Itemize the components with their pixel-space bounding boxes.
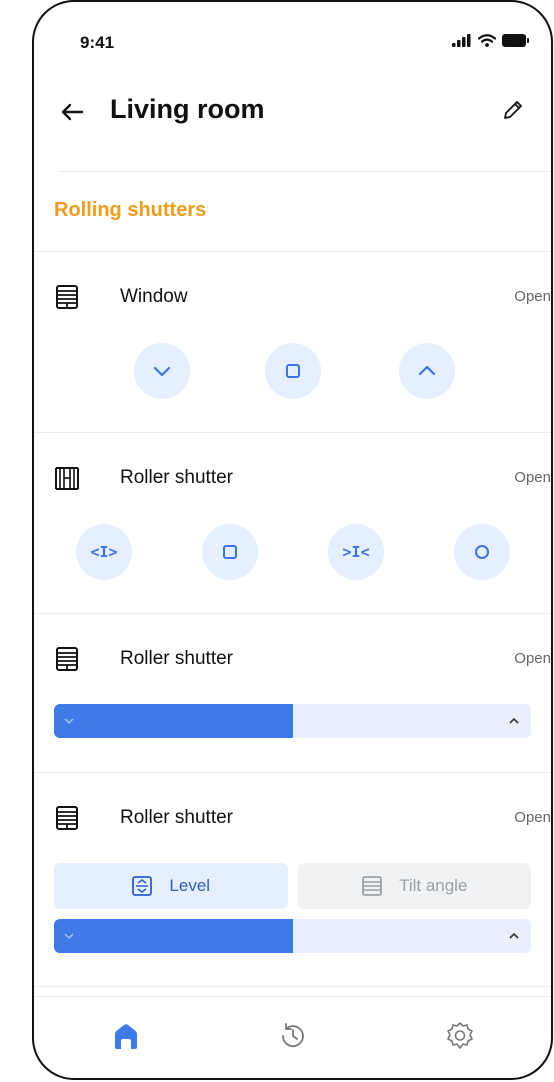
edit-pencil-icon[interactable] — [501, 98, 525, 122]
circle-icon — [475, 545, 489, 559]
divider — [34, 432, 551, 433]
chevron-up-icon — [509, 932, 519, 939]
chevron-down-icon — [64, 718, 74, 724]
chevron-down-icon — [153, 366, 171, 377]
device-card-shutter: Roller shutter Open — [54, 798, 551, 838]
curtain-stop-button[interactable] — [202, 524, 258, 580]
chevron-up-icon — [509, 717, 519, 724]
level-icon — [132, 876, 153, 896]
tab-tilt-angle[interactable]: Tilt angle — [297, 863, 531, 909]
page-title: Living room — [110, 94, 265, 124]
device-status: Open — [514, 650, 551, 667]
settings-icon — [447, 1022, 473, 1049]
nav-history[interactable] — [273, 1016, 313, 1056]
level-slider-fill — [54, 919, 293, 953]
divider — [34, 986, 551, 987]
level-slider[interactable] — [54, 704, 531, 738]
device-name: Roller shutter — [120, 467, 233, 488]
device-name: Window — [120, 286, 188, 307]
window-blind-icon — [56, 806, 78, 830]
wifi-icon — [478, 34, 496, 47]
stop-icon — [286, 364, 300, 378]
level-slider-fill — [54, 704, 293, 738]
open-button[interactable] — [399, 343, 455, 399]
tab-level[interactable]: Level — [54, 863, 288, 909]
divider — [34, 251, 551, 252]
curtain-icon — [55, 467, 79, 490]
divider — [34, 772, 551, 773]
section-title: Rolling shutters — [54, 199, 207, 221]
device-name: Roller shutter — [120, 807, 233, 828]
battery-icon — [502, 34, 529, 47]
phone-frame: 9:41 Living room Rolling shutters Window… — [32, 0, 553, 1080]
curtain-close-button[interactable]: >I< — [328, 524, 384, 580]
level-slider[interactable] — [54, 919, 531, 953]
device-card-curtain: Roller shutter Open — [54, 458, 551, 498]
chevron-down-icon — [64, 933, 74, 939]
open-curtain-label: <I> — [90, 543, 118, 561]
close-curtain-label: >I< — [342, 543, 370, 561]
tab-tilt-angle-label: Tilt angle — [399, 876, 468, 895]
window-blind-icon — [56, 285, 78, 309]
divider — [34, 613, 551, 614]
back-arrow-icon[interactable] — [58, 98, 86, 126]
tab-level-label: Level — [169, 876, 211, 895]
device-name: Roller shutter — [120, 648, 233, 669]
device-card-shutter: Roller shutter Open — [54, 639, 551, 679]
stop-button[interactable] — [265, 343, 321, 399]
curtain-preset-button[interactable] — [454, 524, 510, 580]
signal-icon — [452, 34, 471, 47]
nav-home[interactable] — [106, 1016, 146, 1056]
home-icon — [115, 1024, 137, 1049]
page-header: Living room — [34, 86, 551, 142]
window-blind-icon — [56, 647, 78, 671]
stop-icon — [223, 545, 237, 559]
device-status: Open — [514, 809, 551, 826]
close-button[interactable] — [134, 343, 190, 399]
device-card-window: Window Open — [54, 277, 551, 317]
status-bar: 9:41 — [34, 2, 551, 82]
tilt-angle-icon — [362, 876, 382, 896]
device-status: Open — [514, 469, 551, 486]
curtain-open-button[interactable]: <I> — [76, 524, 132, 580]
status-time: 9:41 — [80, 33, 115, 52]
header-divider — [58, 171, 551, 172]
nav-settings[interactable] — [440, 1016, 480, 1056]
bottom-nav — [34, 1010, 551, 1060]
history-icon — [282, 1023, 304, 1048]
mode-tabs: Level Tilt angle — [54, 863, 531, 909]
device-status: Open — [514, 288, 551, 305]
status-icons — [452, 34, 529, 47]
chevron-up-icon — [418, 365, 436, 376]
nav-divider — [34, 996, 551, 997]
